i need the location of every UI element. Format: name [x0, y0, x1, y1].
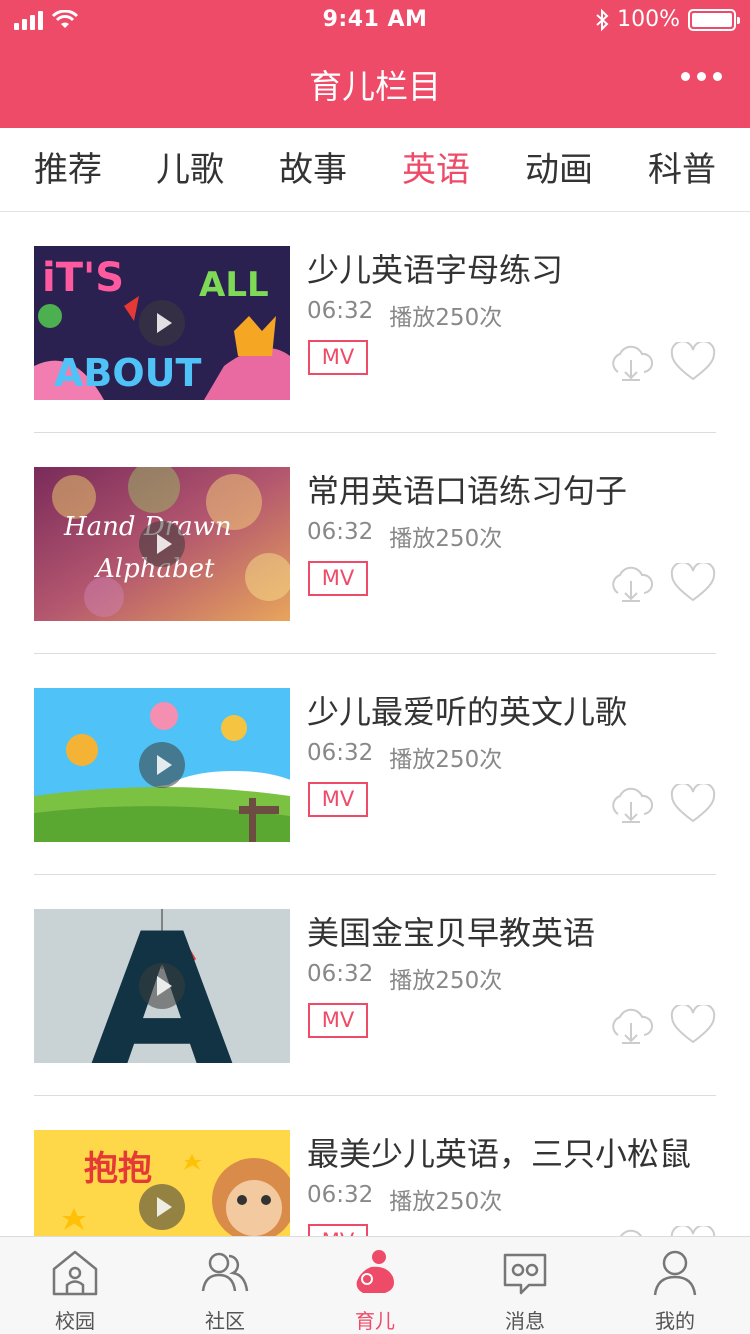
video-play-count: 播放250次: [389, 1189, 503, 1215]
video-duration: 06:32: [307, 961, 374, 987]
video-play-count: 播放250次: [389, 526, 503, 552]
tabbar-label: 我的: [655, 1309, 695, 1333]
tabbar-item-parenting[interactable]: 育儿: [300, 1237, 450, 1334]
heart-icon[interactable]: [670, 1005, 716, 1045]
thumb-text: ALL: [199, 265, 269, 305]
message-bubble-icon: [503, 1253, 547, 1295]
heart-icon[interactable]: [670, 342, 716, 382]
tab-animation[interactable]: 动画: [525, 150, 593, 190]
video-title: 美国金宝贝早教英语: [307, 914, 596, 952]
play-icon[interactable]: [139, 742, 185, 788]
tab-stories[interactable]: 故事: [279, 150, 347, 190]
thumb-text: 抱抱: [84, 1149, 152, 1189]
tab-kids-songs[interactable]: 儿歌: [156, 150, 224, 190]
play-icon[interactable]: [139, 963, 185, 1009]
tabbar-item-community[interactable]: 社区: [150, 1237, 300, 1334]
list-item[interactable]: 少儿最爱听的英文儿歌 06:32 播放250次 MV: [0, 654, 750, 875]
cloud-download-icon[interactable]: [606, 342, 656, 382]
video-thumbnail[interactable]: A: [34, 909, 290, 1063]
video-meta: 06:32 播放250次: [307, 519, 502, 553]
profile-person-icon: [653, 1250, 697, 1296]
list-item[interactable]: iT'S ALL ABOUT 少儿英语字母练习 06:32 播放250次 MV: [0, 212, 750, 433]
thumb-text: iT'S: [42, 255, 124, 301]
video-title: 最美少儿英语，三只小松鼠: [307, 1135, 692, 1173]
video-meta: 06:32 播放250次: [307, 298, 502, 332]
list-item[interactable]: A 美国金宝贝早教英语 06:32 播放250次 MV: [0, 875, 750, 1096]
video-play-count: 播放250次: [389, 747, 503, 773]
cloud-download-icon[interactable]: [606, 784, 656, 824]
tabbar-label: 育儿: [355, 1309, 395, 1333]
mv-badge: MV: [308, 1003, 368, 1038]
video-duration: 06:32: [307, 1182, 374, 1208]
video-duration: 06:32: [307, 298, 374, 324]
video-thumbnail[interactable]: iT'S ALL ABOUT: [34, 246, 290, 400]
play-icon[interactable]: [139, 1184, 185, 1230]
cloud-download-icon[interactable]: [606, 563, 656, 603]
video-title: 常用英语口语练习句子: [307, 472, 628, 510]
video-play-count: 播放250次: [389, 968, 503, 994]
page-title: 育儿栏目: [309, 67, 441, 106]
list-item[interactable]: Hand Drawn Alphabet 常用英语口语练习句子 06:32 播放2…: [0, 433, 750, 654]
video-thumbnail[interactable]: [34, 688, 290, 842]
tabbar-label: 消息: [505, 1309, 545, 1333]
video-meta: 06:32 播放250次: [307, 1182, 502, 1216]
tab-science[interactable]: 科普: [648, 150, 716, 190]
category-tabs: 推荐 儿歌 故事 英语 动画 科普: [0, 128, 750, 212]
thumb-text: ABOUT: [54, 351, 202, 395]
mv-badge: MV: [308, 340, 368, 375]
battery-percent: 100%: [617, 7, 680, 32]
video-title: 少儿最爱听的英文儿歌: [307, 693, 628, 731]
video-duration: 06:32: [307, 519, 374, 545]
video-meta: 06:32 播放250次: [307, 961, 502, 995]
video-thumbnail[interactable]: Hand Drawn Alphabet: [34, 467, 290, 621]
status-bar: 9:41 AM 100%: [0, 0, 750, 40]
tab-recommend[interactable]: 推荐: [34, 150, 102, 190]
video-meta: 06:32 播放250次: [307, 740, 502, 774]
tabbar-item-messages[interactable]: 消息: [450, 1237, 600, 1334]
mother-baby-icon: [356, 1250, 394, 1293]
play-icon[interactable]: [139, 300, 185, 346]
tabbar-item-school[interactable]: 校园: [0, 1237, 150, 1334]
mv-badge: MV: [308, 561, 368, 596]
video-title: 少儿英语字母练习: [307, 251, 564, 289]
tabbar-label: 社区: [205, 1309, 245, 1333]
app-header: 9:41 AM 100% 育儿栏目: [0, 0, 750, 128]
tabbar-label: 校园: [55, 1309, 95, 1333]
play-icon[interactable]: [139, 521, 185, 567]
heart-icon[interactable]: [670, 784, 716, 824]
tab-english[interactable]: 英语: [402, 150, 470, 190]
tabbar-item-me[interactable]: 我的: [600, 1237, 750, 1334]
video-duration: 06:32: [307, 740, 374, 766]
mv-badge: MV: [308, 782, 368, 817]
school-house-icon: [52, 1250, 98, 1296]
cloud-download-icon[interactable]: [606, 1005, 656, 1045]
bottom-tab-bar: 校园 社区 育儿 消息 我的: [0, 1236, 750, 1334]
bluetooth-icon: [596, 8, 609, 31]
video-play-count: 播放250次: [389, 305, 503, 331]
battery-icon: [688, 8, 740, 31]
community-people-icon: [201, 1252, 249, 1292]
heart-icon[interactable]: [670, 563, 716, 603]
more-dots-icon[interactable]: [681, 72, 722, 81]
